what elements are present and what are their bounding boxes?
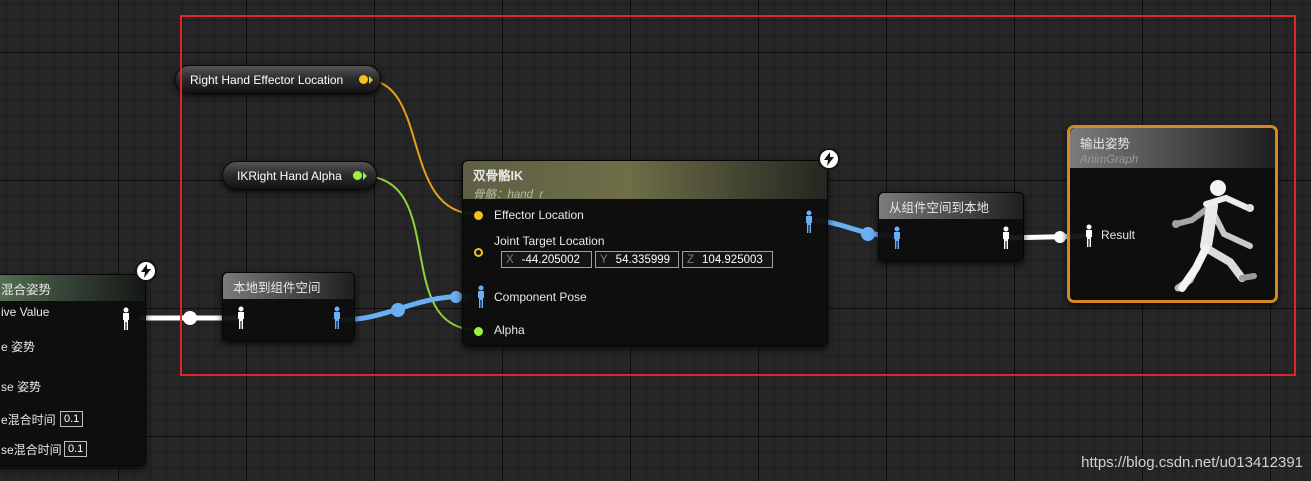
blend-poses-node[interactable]: 混合姿势 ive Value e 姿势 se 姿势 e混合时间 0.1 se混合… [0, 274, 146, 466]
blend-time-label-1: e混合时间 [1, 413, 56, 427]
lightning-bolt-icon [135, 260, 157, 282]
pose-pin-icon[interactable] [121, 307, 131, 331]
blend-poses-header: 混合姿势 [0, 275, 145, 301]
active-value-pin-label: ive Value [1, 305, 50, 319]
selection-rectangle [180, 15, 1296, 376]
watermark-text: https://blog.csdn.net/u013412391 [1081, 454, 1303, 471]
blend-time-field-2[interactable]: 0.1 [64, 441, 88, 457]
blend-poses-title: 混合姿势 [1, 282, 52, 297]
blend-time-field-1[interactable]: 0.1 [60, 411, 84, 427]
pose-pin-label-2: se 姿势 [1, 380, 42, 394]
pose-pin-label-1: e 姿势 [1, 340, 36, 354]
blend-time-label-2: se混合时间 [1, 443, 62, 457]
